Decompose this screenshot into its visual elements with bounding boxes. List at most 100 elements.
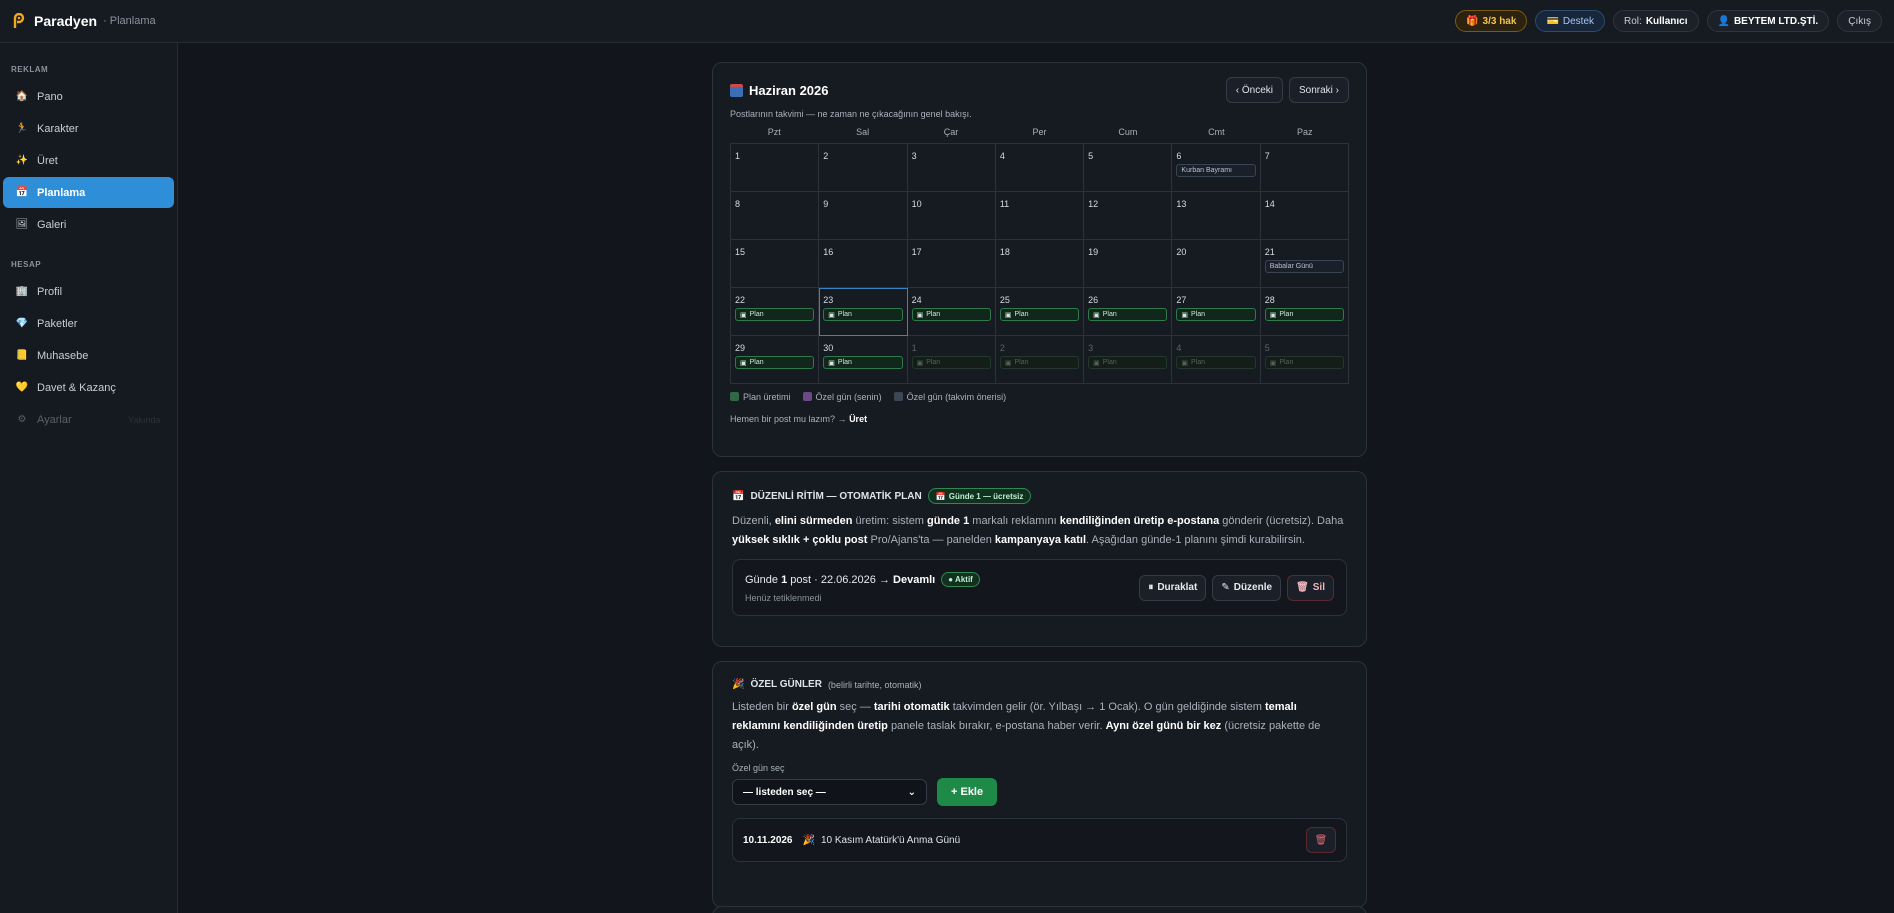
logout-button[interactable]: Çıkış xyxy=(1837,10,1882,32)
sidebar-item-uret[interactable]: ✨ Üret xyxy=(3,145,174,176)
calendar-day-cell[interactable]: 11 xyxy=(995,192,1085,240)
plan-tag[interactable]: ▣ Plan xyxy=(823,308,903,321)
plan-tag-label: Plan xyxy=(1279,359,1294,366)
edit-button[interactable]: ✎ Düzenle xyxy=(1212,574,1282,601)
calendar-day-cell[interactable]: 20 xyxy=(1172,240,1261,288)
calendar-day-cell[interactable]: 6 Kurban Bayramı xyxy=(1172,144,1261,192)
calendar-day-cell[interactable]: 8 xyxy=(731,192,820,240)
plan-tag[interactable]: ▣ Plan xyxy=(1176,308,1256,321)
plan-tag[interactable]: ▣ Plan xyxy=(735,308,815,321)
calendar-day-cell[interactable]: 10 xyxy=(907,192,996,240)
calendar-day-cell[interactable]: 17 xyxy=(907,240,996,288)
calendar-day-cell[interactable]: 19 xyxy=(1084,240,1173,288)
add-special-day-button[interactable]: + Ekle xyxy=(937,778,998,806)
credit-badge[interactable]: 🎁 3/3 hak xyxy=(1455,10,1528,32)
sidebar-item-davet[interactable]: 💛 Davet & Kazanç xyxy=(3,372,174,403)
calendar-day-cell[interactable]: 12 xyxy=(1084,192,1173,240)
special-day-select[interactable]: — listeden seç — ⌄ xyxy=(732,779,927,805)
legend-swatch xyxy=(802,392,812,401)
desc-text: . Aşağıdan günde-1 planını şimdi kurabil… xyxy=(1086,534,1305,546)
calendar-day-cell[interactable]: 22 ▣ Plan xyxy=(731,288,820,336)
cta-generate-link[interactable]: Üret xyxy=(849,414,867,424)
sidebar-item-pano[interactable]: 🏠 Pano xyxy=(3,81,174,112)
calendar-day-cell[interactable]: 2 xyxy=(819,144,908,192)
credit-text: 3/3 hak xyxy=(1482,15,1517,27)
sidebar-item-muhasebe[interactable]: 📒 Muhasebe xyxy=(3,340,174,371)
calendar-day-cell[interactable]: 26 ▣ Plan xyxy=(1084,288,1173,336)
day-number: 18 xyxy=(999,247,1010,257)
calendar-day-cell[interactable]: 16 xyxy=(819,240,908,288)
trash-icon: 🗑 xyxy=(1314,834,1328,846)
calendar-day-cell[interactable]: 24 ▣ Plan xyxy=(907,288,996,336)
calendar-day-cell[interactable]: 23 ▣ Plan xyxy=(819,288,908,336)
day-number: 8 xyxy=(735,199,741,209)
plan-tag[interactable]: ▣ Plan xyxy=(1088,356,1168,369)
calendar-day-cell[interactable]: 29 ▣ Plan xyxy=(731,336,820,384)
logout-label: Çıkış xyxy=(1848,15,1871,27)
plan-tag[interactable]: ▣ Plan xyxy=(1264,356,1344,369)
plan-tag-label: Plan xyxy=(1102,359,1117,366)
sidebar-item-karakter[interactable]: 🏃 Karakter xyxy=(3,113,174,144)
card-icon: 💳 xyxy=(1546,15,1559,27)
plan-tag[interactable]: ▣ Plan xyxy=(735,356,815,369)
plan-tag[interactable]: ▣ Plan xyxy=(1264,308,1344,321)
paradyen-logo-icon[interactable] xyxy=(12,13,26,29)
next-month-button[interactable]: Sonraki › xyxy=(1288,77,1349,103)
delete-special-day-button[interactable]: 🗑 xyxy=(1306,827,1336,853)
plan-tag-label: Plan xyxy=(837,359,852,366)
desc-bold: kampanyaya katıl xyxy=(994,534,1087,546)
calendar-day-cell[interactable]: 7 xyxy=(1260,144,1349,192)
calendar-day-cell[interactable]: 2 ▣ Plan xyxy=(995,336,1085,384)
calendar-day-cell[interactable]: 4 xyxy=(995,144,1085,192)
sidebar-item-label: Galeri xyxy=(37,218,67,231)
calendar-day-cell[interactable]: 18 xyxy=(995,240,1085,288)
plan-tag[interactable]: ▣ Plan xyxy=(999,356,1080,369)
calendar-day-cell[interactable]: 9 xyxy=(819,192,908,240)
support-button[interactable]: 💳 Destek xyxy=(1535,10,1606,32)
sidebar-item-profil[interactable]: 🏢 Profil xyxy=(3,276,174,307)
calendar-day-cell[interactable]: 5 xyxy=(1084,144,1173,192)
calendar-subtitle: Postlarının takvimi — ne zaman ne çıkaca… xyxy=(730,109,972,119)
calendar-day-cell[interactable]: 27 ▣ Plan xyxy=(1172,288,1261,336)
calendar-day-cell[interactable]: 1 xyxy=(731,144,820,192)
calendar-day-cell[interactable]: 21 Babalar Günü xyxy=(1260,240,1349,288)
party-popper-icon: 🎉 xyxy=(732,679,745,690)
calendar-day-cell[interactable]: 15 xyxy=(731,240,820,288)
plan-tag[interactable]: ▣ Plan xyxy=(1176,356,1256,369)
day-number: 9 xyxy=(823,199,829,209)
calendar-day-cell[interactable]: 14 xyxy=(1260,192,1349,240)
sidebar-item-planlama[interactable]: 📅 Planlama xyxy=(3,177,174,208)
calendar-day-cell[interactable]: 30 ▣ Plan xyxy=(819,336,908,384)
calendar-day-cell[interactable]: 3 xyxy=(907,144,996,192)
pause-button[interactable]: ⏸ Duraklat xyxy=(1139,574,1207,601)
calendar-day-cell[interactable]: 25 ▣ Plan xyxy=(995,288,1085,336)
desc-bold: özel gün xyxy=(791,701,837,713)
plan-tag-label: Plan xyxy=(837,311,852,318)
prev-month-button[interactable]: ‹ Önceki xyxy=(1225,77,1283,103)
calendar-day-cell[interactable]: 3 ▣ Plan xyxy=(1084,336,1173,384)
delete-plan-button[interactable]: 🗑 Sil xyxy=(1287,574,1334,601)
sidebar-item-ayarlar[interactable]: ⚙ Ayarlar Yakında xyxy=(3,404,174,435)
day-number: 2 xyxy=(823,151,829,161)
plan-tag[interactable]: ▣ Plan xyxy=(911,356,991,369)
plan-tag[interactable]: ▣ Plan xyxy=(823,356,903,369)
plan-tag[interactable]: ▣ Plan xyxy=(1088,308,1168,321)
calendar-day-cell[interactable]: 5 ▣ Plan xyxy=(1260,336,1349,384)
calendar-day-cell[interactable]: 1 ▣ Plan xyxy=(907,336,996,384)
plan-icon: ▣ xyxy=(828,311,835,319)
calendar-day-cell[interactable]: 28 ▣ Plan xyxy=(1260,288,1349,336)
company-button[interactable]: 👤 BEYTEM LTD.ŞTİ. xyxy=(1706,10,1830,32)
sidebar-item-galeri[interactable]: 🖼 Galeri xyxy=(3,209,174,240)
sidebar-item-paketler[interactable]: 💎 Paketler xyxy=(3,308,174,339)
calendar-icon xyxy=(730,83,743,97)
calendar-day-cell[interactable]: 4 ▣ Plan xyxy=(1172,336,1261,384)
special-day-tag[interactable]: Babalar Günü xyxy=(1264,260,1344,273)
day-number: 16 xyxy=(823,247,834,257)
plan-tag[interactable]: ▣ Plan xyxy=(999,308,1080,321)
plan-icon: ▣ xyxy=(1004,311,1012,319)
special-day-tag[interactable]: Kurban Bayramı xyxy=(1176,164,1256,177)
calendar-day-cell[interactable]: 13 xyxy=(1172,192,1261,240)
brand-name[interactable]: Paradyen xyxy=(34,13,97,29)
plan-tag[interactable]: ▣ Plan xyxy=(911,308,991,321)
sidebar-item-label: Üret xyxy=(37,154,58,167)
